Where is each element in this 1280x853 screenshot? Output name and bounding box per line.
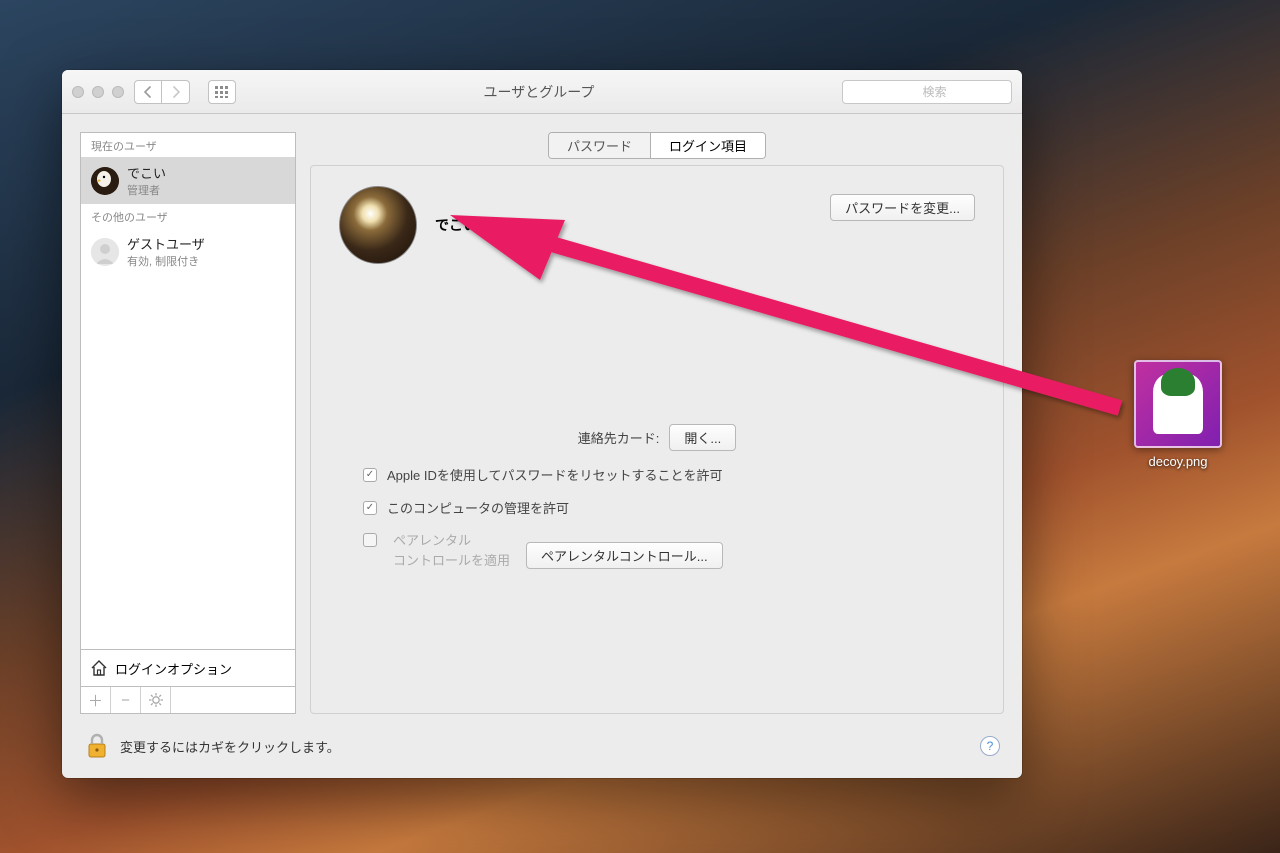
other-users-header: その他のユーザ [81, 204, 295, 228]
titlebar: ユーザとグループ [62, 70, 1022, 114]
lock-icon [86, 733, 108, 759]
actions-menu-button[interactable] [141, 687, 171, 713]
gear-icon [149, 693, 163, 707]
show-all-button[interactable] [208, 80, 236, 104]
sidebar-tools: ＋ − [80, 687, 296, 714]
user-role: 管理者 [127, 182, 166, 198]
search-field[interactable] [842, 80, 1012, 104]
panel: でこい パスワードを変更... 連絡先カード: 開く... Apple IDを使… [310, 165, 1004, 714]
system-preferences-window: ユーザとグループ 現在のユーザ でこい [62, 70, 1022, 778]
back-button[interactable] [134, 80, 162, 104]
lock-text: 変更するにはカギをクリックします。 [120, 737, 340, 756]
user-sidebar: 現在のユーザ でこい 管理者 その他のユーザ [80, 132, 296, 714]
add-user-button[interactable]: ＋ [81, 687, 111, 713]
forward-button[interactable] [162, 80, 190, 104]
avatar-eagle-small [91, 167, 119, 195]
remove-user-button[interactable]: − [111, 687, 141, 713]
user-row-guest[interactable]: ゲストユーザ 有効, 制限付き [81, 228, 295, 275]
open-contact-card-button[interactable]: 開く... [669, 424, 736, 451]
search-input[interactable] [857, 85, 1012, 99]
change-password-button[interactable]: パスワードを変更... [830, 194, 975, 221]
minimize-button[interactable] [92, 86, 104, 98]
close-button[interactable] [72, 86, 84, 98]
contact-card-label: 連絡先カード: [578, 428, 660, 447]
footer: 変更するにはカギをクリックします。 ? [80, 728, 1004, 764]
user-row-current[interactable]: でこい 管理者 [81, 157, 295, 204]
user-name: でこい [127, 163, 166, 182]
traffic-lights [72, 86, 124, 98]
avatar-guest [91, 238, 119, 266]
login-options-button[interactable]: ログインオプション [80, 650, 296, 687]
desktop-background: ユーザとグループ 現在のユーザ でこい [0, 0, 1280, 853]
guest-name: ゲストユーザ [127, 234, 205, 253]
current-user-header: 現在のユーザ [81, 133, 295, 157]
guest-role: 有効, 制限付き [127, 253, 205, 269]
checkbox-appleid-reset[interactable] [363, 468, 377, 482]
label-parental-2: コントロールを適用 [393, 551, 510, 571]
window-title: ユーザとグループ [246, 82, 832, 102]
label-appleid-reset: Apple IDを使用してパスワードをリセットすることを許可 [387, 465, 722, 484]
file-thumbnail [1134, 360, 1222, 448]
desktop-file[interactable]: decoy.png [1134, 360, 1222, 469]
tab-login-items[interactable]: ログイン項目 [651, 133, 765, 158]
label-parental-1: ペアレンタル [393, 531, 510, 551]
tab-password[interactable]: パスワード [549, 133, 651, 158]
zoom-button[interactable] [112, 86, 124, 98]
tabs: パスワード ログイン項目 [310, 132, 1004, 159]
panel-username: でこい [435, 215, 477, 235]
house-icon [89, 658, 109, 678]
checkbox-admin[interactable] [363, 501, 377, 515]
help-button[interactable]: ? [980, 736, 1000, 756]
label-admin: このコンピュータの管理を許可 [387, 498, 569, 517]
user-avatar-large[interactable] [339, 186, 417, 264]
parental-controls-button[interactable]: ペアレンタルコントロール... [526, 542, 723, 569]
lock-button[interactable] [84, 731, 110, 761]
file-name: decoy.png [1134, 454, 1222, 469]
login-options-label: ログインオプション [115, 659, 232, 678]
checkbox-parental[interactable] [363, 533, 377, 547]
